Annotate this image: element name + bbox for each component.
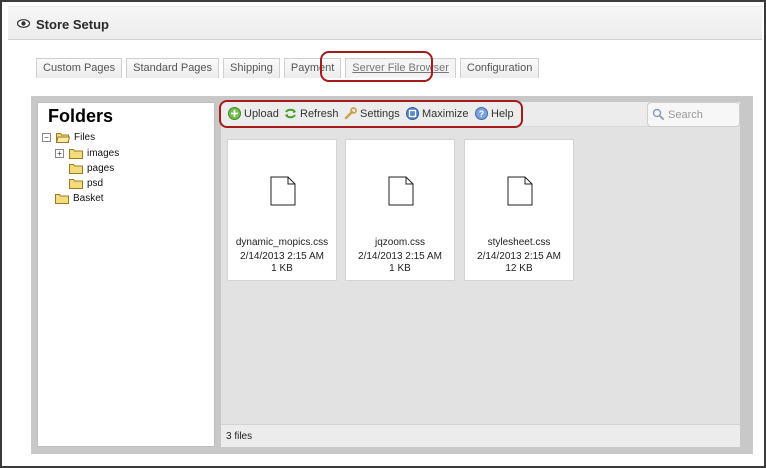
- open-folder-icon: [56, 132, 70, 143]
- folder-icon: [69, 178, 83, 189]
- tree-item-images[interactable]: + images: [55, 146, 119, 160]
- tree-item-label: images: [87, 147, 120, 159]
- folder-icon: [69, 163, 83, 174]
- file-size: 1 KB: [389, 263, 411, 274]
- status-bar: 3 files: [221, 424, 740, 447]
- file-name: stylesheet.css: [487, 237, 551, 248]
- file-size: 12 KB: [505, 263, 533, 274]
- document-icon: [270, 176, 296, 206]
- tree-item-files[interactable]: − Files: [42, 130, 95, 144]
- folders-pane: Folders − Files + images pages psd Baske…: [37, 102, 215, 447]
- toolbar-highlight-annotation: [219, 100, 523, 128]
- tree-item-label: Files: [74, 131, 96, 143]
- tree-item-psd[interactable]: psd: [69, 176, 103, 190]
- tab-highlight-annotation: [320, 51, 433, 82]
- document-icon: [388, 176, 414, 206]
- search-field[interactable]: Search: [647, 102, 740, 127]
- tree-item-pages[interactable]: pages: [69, 161, 114, 175]
- file-date: 2/14/2013 2:15 AM: [240, 251, 324, 262]
- page-title: Store Setup: [36, 17, 109, 32]
- file-name: jqzoom.css: [374, 237, 425, 248]
- document-icon: [507, 176, 533, 206]
- file-count: 3 files: [226, 431, 253, 442]
- tree-item-label: Basket: [73, 192, 104, 204]
- file-date: 2/14/2013 2:15 AM: [358, 251, 442, 262]
- folder-icon: [69, 148, 83, 159]
- tree-item-basket[interactable]: Basket: [55, 191, 104, 205]
- tab-standard-pages[interactable]: Standard Pages: [126, 58, 220, 78]
- eye-icon: [16, 19, 31, 31]
- tab-configuration[interactable]: Configuration: [459, 58, 540, 78]
- search-placeholder: Search: [668, 108, 703, 121]
- expand-icon[interactable]: +: [55, 148, 64, 158]
- page-header: Store Setup: [8, 6, 762, 40]
- file-date: 2/14/2013 2:15 AM: [477, 251, 561, 262]
- folder-icon: [55, 193, 69, 204]
- tab-bar: Custom Pages Standard Pages Shipping Pay…: [36, 58, 543, 78]
- search-icon: [652, 108, 665, 121]
- tree-item-label: psd: [87, 177, 104, 189]
- file-name: dynamic_mopics.css: [235, 237, 329, 248]
- file-size: 1 KB: [271, 263, 293, 274]
- file-tile[interactable]: stylesheet.css 2/14/2013 2:15 AM 12 KB: [464, 139, 574, 281]
- collapse-icon[interactable]: −: [42, 132, 51, 142]
- folders-title: Folders: [48, 106, 114, 126]
- tab-custom-pages[interactable]: Custom Pages: [36, 58, 123, 78]
- file-tile[interactable]: jqzoom.css 2/14/2013 2:15 AM 1 KB: [345, 139, 455, 281]
- file-tile[interactable]: dynamic_mopics.css 2/14/2013 2:15 AM 1 K…: [227, 139, 337, 281]
- tree-item-label: pages: [87, 162, 115, 174]
- tab-shipping[interactable]: Shipping: [223, 58, 280, 78]
